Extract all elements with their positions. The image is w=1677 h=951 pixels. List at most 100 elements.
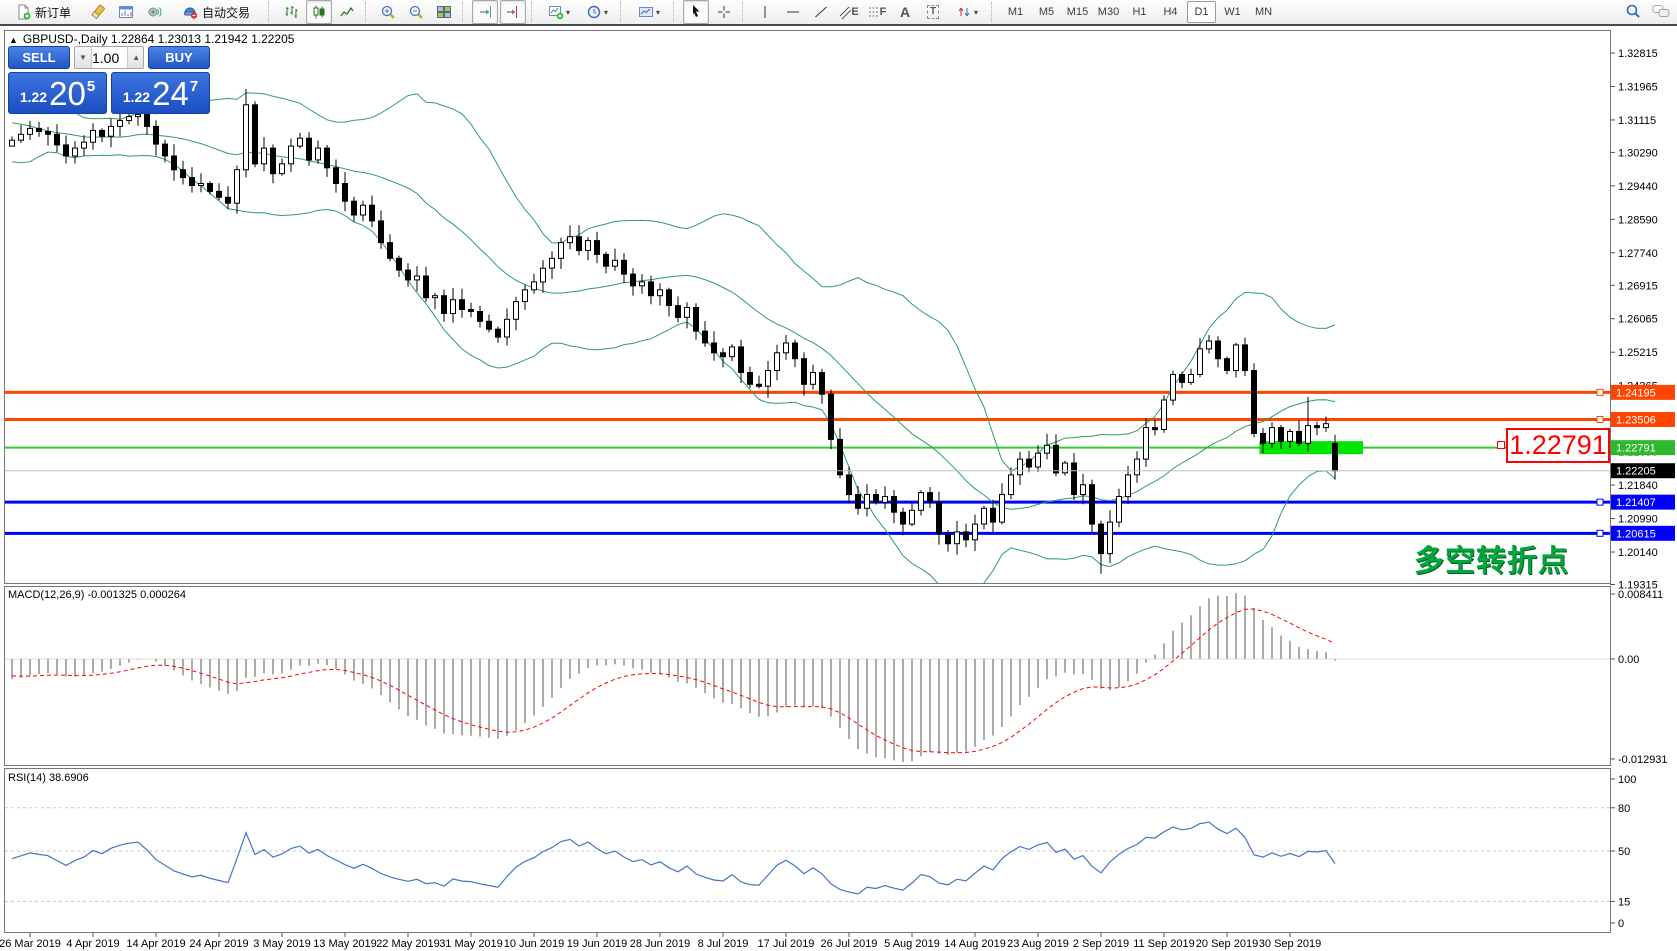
svg-text:2 Sep 2019: 2 Sep 2019 [1073, 938, 1129, 950]
add-indicator-button[interactable]: ▾ [541, 0, 577, 24]
toolbar-separator [991, 2, 996, 22]
market-watch-button[interactable] [113, 0, 139, 24]
svg-text:20 Sep 2019: 20 Sep 2019 [1196, 938, 1258, 950]
rsi-indicator-label: RSI(14) 38.6906 [8, 772, 89, 784]
text-tool-button[interactable]: A [892, 0, 918, 24]
new-order-button[interactable]: 新订单 [3, 0, 83, 24]
add-indicator-icon [548, 4, 564, 20]
svg-text:1.31115: 1.31115 [1618, 115, 1656, 127]
tab-timeframe-h1[interactable]: H1 [1125, 1, 1154, 23]
cursor-tool-button[interactable] [683, 0, 709, 24]
svg-text:31 May 2019: 31 May 2019 [439, 938, 503, 950]
equidistant-channel-tool-button[interactable]: E [836, 0, 862, 24]
sound-alert-button[interactable] [141, 0, 167, 24]
sell-price-big: 20 [49, 76, 86, 112]
svg-text:14 Apr 2019: 14 Apr 2019 [126, 938, 185, 950]
svg-text:80: 80 [1618, 803, 1630, 815]
crosshair-tool-button[interactable] [711, 0, 737, 24]
svg-text:1.29440: 1.29440 [1618, 181, 1658, 193]
tab-timeframe-m5[interactable]: M5 [1032, 1, 1061, 23]
svg-text:1.20615: 1.20615 [1616, 528, 1656, 540]
tab-timeframe-m1[interactable]: M1 [1001, 1, 1030, 23]
volume-value[interactable]: 1.00 [92, 47, 127, 68]
svg-text:1.20140: 1.20140 [1618, 547, 1658, 559]
styler-icon [90, 4, 106, 20]
tab-timeframe-m30[interactable]: M30 [1094, 1, 1123, 23]
toolbar-separator [620, 2, 625, 22]
svg-text:15: 15 [1618, 896, 1630, 908]
chart-canvas[interactable]: 1.328151.319651.311151.302901.294401.285… [0, 0, 1677, 951]
auto-trading-button[interactable]: 自动交易 [169, 0, 263, 24]
tab-timeframe-m15[interactable]: M15 [1063, 1, 1092, 23]
svg-text:0: 0 [1618, 918, 1624, 930]
svg-text:1.21407: 1.21407 [1616, 497, 1656, 509]
svg-text:1.30290: 1.30290 [1618, 147, 1658, 159]
trendline-icon [813, 4, 829, 20]
volume-stepper[interactable]: ▼ 1.00 ▲ [74, 46, 144, 69]
svg-text:30 Sep 2019: 30 Sep 2019 [1259, 938, 1321, 950]
clock-icon [586, 4, 602, 20]
tab-timeframe-mn[interactable]: MN [1249, 1, 1278, 23]
line-chart-button[interactable] [334, 0, 360, 24]
cursor-icon [688, 4, 704, 20]
zoom-in-button[interactable] [375, 0, 401, 24]
toolbar-separator [673, 2, 678, 22]
styler-button[interactable] [85, 0, 111, 24]
svg-text:1.27740: 1.27740 [1618, 248, 1658, 260]
turning-point-annotation: 多空转折点 [1414, 536, 1569, 580]
templates-button[interactable]: ▾ [630, 0, 668, 24]
price-callout-box[interactable]: 1.22791 [1506, 428, 1610, 463]
svg-text:5 Aug 2019: 5 Aug 2019 [884, 938, 940, 950]
bar-chart-button[interactable] [278, 0, 304, 24]
tab-timeframe-w1[interactable]: W1 [1218, 1, 1247, 23]
tile-windows-button[interactable] [431, 0, 457, 24]
fibonacci-tool-button[interactable]: F [864, 0, 890, 24]
tab-timeframe-d1[interactable]: D1 [1187, 1, 1216, 23]
macd-axis: 0.0084110.00-0.012931 [1610, 589, 1668, 766]
svg-text:1.22205: 1.22205 [1616, 466, 1656, 478]
svg-text:23 Aug 2019: 23 Aug 2019 [1007, 938, 1069, 950]
collapse-triangle-icon[interactable]: ▲ [9, 35, 18, 45]
horizontal-line-tool-button[interactable] [780, 0, 806, 24]
svg-text:17 Jul 2019: 17 Jul 2019 [758, 938, 815, 950]
svg-text:1.24195: 1.24195 [1616, 387, 1656, 399]
trendline-tool-button[interactable] [808, 0, 834, 24]
search-icon[interactable] [1625, 3, 1642, 20]
svg-text:22 May 2019: 22 May 2019 [376, 938, 440, 950]
chevron-down-icon: ▾ [604, 8, 608, 17]
rsi-axis: 1008050150 [1610, 774, 1636, 930]
sell-price-box[interactable]: 1.22205 [8, 72, 107, 114]
date-axis: 26 Mar 20194 Apr 201914 Apr 201924 Apr 2… [0, 933, 1321, 950]
auto-scroll-button[interactable] [472, 0, 498, 24]
volume-increase-button[interactable]: ▲ [127, 47, 144, 68]
sell-price-sup: 5 [87, 78, 95, 95]
buy-price-sup: 7 [190, 78, 198, 95]
vertical-line-icon [757, 4, 773, 20]
sell-button[interactable]: SELL [8, 46, 70, 69]
periods-button[interactable]: ▾ [579, 0, 615, 24]
tab-timeframe-h4[interactable]: H4 [1156, 1, 1185, 23]
svg-text:1.25215: 1.25215 [1618, 347, 1658, 359]
callout-anchor-marker[interactable] [1497, 441, 1505, 449]
volume-decrease-button[interactable]: ▼ [75, 47, 92, 68]
svg-text:1.26915: 1.26915 [1618, 280, 1658, 292]
zoom-out-button[interactable] [403, 0, 429, 24]
svg-text:8 Jul 2019: 8 Jul 2019 [698, 938, 749, 950]
zoom-out-icon [408, 4, 424, 20]
svg-text:10 Jun 2019: 10 Jun 2019 [504, 938, 565, 950]
svg-text:26 Mar 2019: 26 Mar 2019 [0, 938, 61, 950]
svg-text:1.23506: 1.23506 [1616, 414, 1656, 426]
buy-button[interactable]: BUY [148, 46, 210, 69]
chat-icon[interactable] [1652, 3, 1671, 20]
buy-price-box[interactable]: 1.22247 [111, 72, 210, 114]
chart-area[interactable]: 1.328151.319651.311151.302901.294401.285… [0, 0, 1677, 951]
chevron-down-icon: ▾ [974, 8, 978, 17]
sound-icon [146, 4, 162, 20]
candlestick-chart-button[interactable] [306, 0, 332, 24]
text-label-tool-button[interactable]: T [920, 0, 946, 24]
arrows-tool-button[interactable]: ▾ [948, 0, 986, 24]
chart-shift-button[interactable] [500, 0, 526, 24]
mt4-window: 1.328151.319651.311151.302901.294401.285… [0, 0, 1677, 951]
vertical-line-tool-button[interactable] [752, 0, 778, 24]
fibonacci-icon [868, 4, 880, 20]
